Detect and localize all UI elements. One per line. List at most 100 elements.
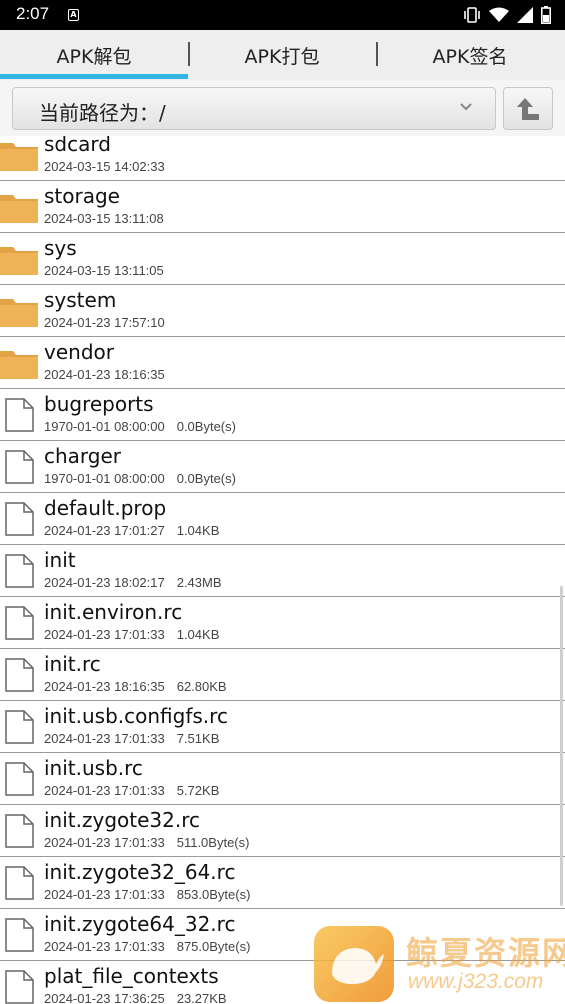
file-name: init.rc bbox=[44, 652, 101, 676]
scrollbar[interactable] bbox=[560, 586, 563, 906]
file-name: system bbox=[44, 288, 117, 312]
file-date: 2024-01-23 17:01:33 bbox=[44, 835, 165, 850]
file-row[interactable]: init.environ.rc 2024-01-23 17:01:33 1.04KB bbox=[0, 597, 565, 649]
parent-directory-button[interactable] bbox=[503, 87, 553, 130]
file-size: 1.04KB bbox=[176, 627, 220, 642]
file-row[interactable]: storage 2024-03-15 13:11:08 bbox=[0, 181, 565, 233]
file-name: plat_file_contexts bbox=[44, 964, 219, 988]
vibrate-icon bbox=[464, 7, 480, 23]
active-tab-indicator bbox=[0, 74, 188, 79]
path-dropdown[interactable]: 当前路径为：/ bbox=[12, 87, 496, 130]
file-size: 2.43MB bbox=[176, 575, 222, 590]
whale-glyph bbox=[332, 948, 384, 984]
file-name: init.environ.rc bbox=[44, 600, 183, 624]
file-date: 2024-01-23 17:01:33 bbox=[44, 627, 165, 642]
file-size: 875.0Byte(s) bbox=[176, 939, 251, 954]
file-meta: 2024-01-23 17:01:33 853.0Byte(s) bbox=[44, 887, 250, 902]
file-name: init.zygote32_64.rc bbox=[44, 860, 236, 884]
folder-icon bbox=[0, 189, 38, 225]
file-name: init.zygote32.rc bbox=[44, 808, 200, 832]
file-row[interactable]: init.zygote32_64.rc 2024-01-23 17:01:33 85… bbox=[0, 857, 565, 909]
file-name: init.usb.configfs.rc bbox=[44, 704, 228, 728]
file-meta: 1970-01-01 08:00:00 0.0Byte(s) bbox=[44, 419, 236, 434]
battery-icon bbox=[541, 6, 551, 24]
file-row[interactable]: vendor 2024-01-23 18:16:35 bbox=[0, 337, 565, 389]
file-meta: 2024-01-23 17:01:33 875.0Byte(s) bbox=[44, 939, 250, 954]
file-date: 2024-01-23 18:16:35 bbox=[44, 367, 165, 382]
file-icon bbox=[0, 813, 38, 849]
file-date: 2024-03-15 14:02:33 bbox=[44, 159, 165, 174]
status-bar: 2:07 A bbox=[0, 0, 565, 30]
file-name: sys bbox=[44, 236, 77, 260]
file-icon bbox=[0, 397, 38, 433]
file-row[interactable]: default.prop 2024-01-23 17:01:27 1.04KB bbox=[0, 493, 565, 545]
file-meta: 1970-01-01 08:00:00 0.0Byte(s) bbox=[44, 471, 236, 486]
watermark-title: 鲸夏资源网 bbox=[406, 934, 565, 972]
file-row[interactable]: sdcard 2024-03-15 14:02:33 bbox=[0, 136, 565, 181]
path-row: 当前路径为：/ bbox=[0, 80, 565, 136]
file-name: init.zygote64_32.rc bbox=[44, 912, 236, 936]
file-size: 0.0Byte(s) bbox=[176, 471, 236, 486]
file-name: storage bbox=[44, 184, 120, 208]
file-date: 2024-01-23 17:01:33 bbox=[44, 887, 165, 902]
file-name: sdcard bbox=[44, 136, 111, 156]
whale-logo-icon bbox=[314, 926, 394, 1002]
file-date: 1970-01-01 08:00:00 bbox=[44, 471, 165, 486]
watermark-url: www.j323.com bbox=[408, 970, 544, 993]
file-list[interactable]: sdcard 2024-03-15 14:02:33 storage 2024-03-… bbox=[0, 136, 565, 1004]
file-name: init.usb.rc bbox=[44, 756, 143, 780]
file-row[interactable]: init 2024-01-23 18:02:17 2.43MB bbox=[0, 545, 565, 597]
file-icon bbox=[0, 449, 38, 485]
folder-icon bbox=[0, 293, 38, 329]
wifi-icon bbox=[489, 7, 509, 22]
file-row[interactable]: sys 2024-03-15 13:11:05 bbox=[0, 233, 565, 285]
file-date: 2024-01-23 17:57:10 bbox=[44, 315, 165, 330]
file-row[interactable]: bugreports 1970-01-01 08:00:00 0.0Byte(s) bbox=[0, 389, 565, 441]
file-name: default.prop bbox=[44, 496, 167, 520]
file-row[interactable]: init.zygote32.rc 2024-01-23 17:01:33 511.0… bbox=[0, 805, 565, 857]
signal-icon bbox=[517, 7, 533, 23]
file-date: 1970-01-01 08:00:00 bbox=[44, 419, 165, 434]
status-icons bbox=[463, 5, 551, 25]
file-meta: 2024-01-23 18:02:17 2.43MB bbox=[44, 575, 222, 590]
file-meta: 2024-01-23 17:01:33 1.04KB bbox=[44, 627, 219, 642]
status-time: 2:07 bbox=[16, 4, 50, 23]
file-size: 0.0Byte(s) bbox=[176, 419, 236, 434]
file-row[interactable]: system 2024-01-23 17:57:10 bbox=[0, 285, 565, 337]
file-icon bbox=[0, 969, 38, 1004]
file-size: 62.80KB bbox=[176, 679, 227, 694]
tab-apk-sign[interactable]: APK签名 bbox=[376, 30, 564, 80]
file-size: 23.27KB bbox=[176, 991, 227, 1004]
file-meta: 2024-01-23 18:16:35 bbox=[44, 367, 165, 382]
folder-icon bbox=[0, 137, 38, 173]
tab-apk-pack[interactable]: APK打包 bbox=[188, 30, 376, 80]
file-icon bbox=[0, 709, 38, 745]
file-date: 2024-01-23 18:16:35 bbox=[44, 679, 165, 694]
file-icon bbox=[0, 553, 38, 589]
file-date: 2024-01-23 17:01:33 bbox=[44, 731, 165, 746]
file-date: 2024-03-15 13:11:05 bbox=[44, 263, 164, 278]
file-meta: 2024-01-23 18:16:35 62.80KB bbox=[44, 679, 227, 694]
file-meta: 2024-01-23 17:01:33 5.72KB bbox=[44, 783, 219, 798]
file-row[interactable]: init.usb.rc 2024-01-23 17:01:33 5.72KB bbox=[0, 753, 565, 805]
file-icon bbox=[0, 501, 38, 537]
file-size: 853.0Byte(s) bbox=[176, 887, 251, 902]
file-size: 511.0Byte(s) bbox=[176, 835, 250, 850]
folder-icon bbox=[0, 345, 38, 381]
file-name: vendor bbox=[44, 340, 114, 364]
notification-icon: A bbox=[68, 9, 79, 21]
file-row[interactable]: init.usb.configfs.rc 2024-01-23 17:01:33 7… bbox=[0, 701, 565, 753]
file-meta: 2024-03-15 13:11:08 bbox=[44, 211, 164, 226]
file-icon bbox=[0, 865, 38, 901]
tab-apk-unpack[interactable]: APK解包 bbox=[0, 30, 188, 80]
file-meta: 2024-01-23 17:57:10 bbox=[44, 315, 165, 330]
file-icon bbox=[0, 761, 38, 797]
file-size: 7.51KB bbox=[176, 731, 220, 746]
file-size: 5.72KB bbox=[176, 783, 220, 798]
file-name: init bbox=[44, 548, 76, 572]
file-name: bugreports bbox=[44, 392, 154, 416]
up-arrow-icon bbox=[517, 97, 539, 120]
file-meta: 2024-01-23 17:01:33 7.51KB bbox=[44, 731, 219, 746]
file-row[interactable]: init.rc 2024-01-23 18:16:35 62.80KB bbox=[0, 649, 565, 701]
file-row[interactable]: charger 1970-01-01 08:00:00 0.0Byte(s) bbox=[0, 441, 565, 493]
